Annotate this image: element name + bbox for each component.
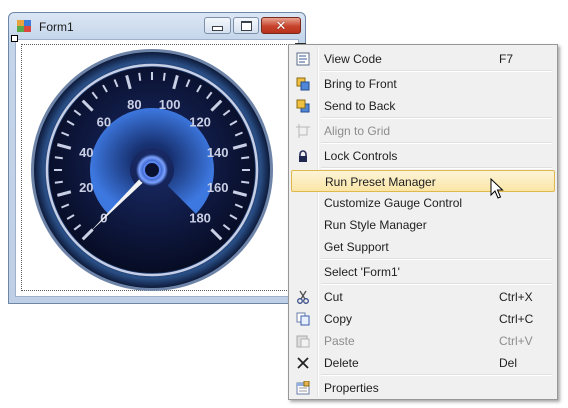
menu-item-customize-gauge-control[interactable]: Customize Gauge Control bbox=[291, 192, 555, 214]
gauge-minor-tick bbox=[138, 72, 142, 81]
menu-item-label: Properties bbox=[324, 381, 379, 395]
menu-separator bbox=[321, 70, 552, 72]
menu-separator bbox=[321, 258, 552, 260]
menu-item-shortcut: Ctrl+V bbox=[499, 334, 533, 348]
gauge-minor-tick bbox=[241, 180, 250, 184]
menu-separator bbox=[321, 142, 552, 144]
menu-item-label: Cut bbox=[324, 290, 343, 304]
menu-item-properties[interactable]: Properties bbox=[291, 377, 555, 399]
menu-item-bring-to-front[interactable]: Bring to Front bbox=[291, 73, 555, 95]
menu-item-label: Paste bbox=[324, 334, 355, 348]
send-to-back-icon bbox=[295, 98, 311, 114]
menu-item-label: Copy bbox=[324, 312, 353, 326]
copy-icon bbox=[295, 311, 311, 327]
gauge-control[interactable]: 020406080100120140160180 bbox=[30, 44, 274, 296]
menu-item-delete[interactable]: Delete Del bbox=[291, 352, 555, 374]
gauge-scale-label: 120 bbox=[189, 114, 211, 129]
paste-icon bbox=[295, 333, 311, 349]
menu-item-label: Lock Controls bbox=[324, 149, 398, 163]
menu-item-label: Customize Gauge Control bbox=[324, 196, 463, 210]
form-icon bbox=[17, 20, 31, 32]
menu-item-send-to-back[interactable]: Send to Back bbox=[291, 95, 555, 117]
menu-item-get-support[interactable]: Get Support bbox=[291, 236, 555, 258]
gauge-minor-tick bbox=[162, 72, 166, 81]
menu-item-shortcut: Ctrl+X bbox=[499, 290, 533, 304]
align-to-grid-icon bbox=[295, 123, 311, 139]
close-button[interactable]: ✕ bbox=[261, 17, 301, 34]
menu-item-shortcut: Ctrl+C bbox=[499, 312, 534, 326]
gauge-scale-label: 160 bbox=[207, 180, 229, 195]
delete-icon bbox=[295, 355, 311, 371]
gauge-scale-label: 40 bbox=[79, 145, 93, 160]
menu-item-label: Run Preset Manager bbox=[325, 175, 436, 189]
gauge-minor-tick bbox=[241, 156, 250, 160]
context-menu[interactable]: View Code F7 Bring to Front Send to Back… bbox=[288, 44, 558, 400]
maximize-icon bbox=[240, 20, 252, 31]
menu-item-label: View Code bbox=[324, 52, 382, 66]
menu-item-view-code[interactable]: View Code F7 bbox=[291, 48, 555, 70]
mouse-pointer-icon bbox=[490, 178, 504, 199]
menu-item-cut[interactable]: Cut Ctrl+X bbox=[291, 286, 555, 308]
properties-icon bbox=[295, 380, 311, 396]
menu-item-shortcut: Del bbox=[499, 356, 518, 370]
menu-item-select-form1[interactable]: Select 'Form1' bbox=[291, 261, 555, 283]
menu-item-label: Bring to Front bbox=[324, 77, 397, 91]
gauge-scale-label: 20 bbox=[79, 180, 93, 195]
menu-separator bbox=[321, 117, 552, 119]
minimize-icon bbox=[212, 25, 223, 31]
cut-icon bbox=[295, 289, 311, 305]
menu-separator bbox=[321, 283, 552, 285]
form-title: Form1 bbox=[39, 20, 74, 34]
menu-item-label: Align to Grid bbox=[324, 124, 391, 138]
gauge-scale-label: 180 bbox=[189, 211, 211, 226]
gauge-scale-label: 60 bbox=[97, 114, 111, 129]
form-title-bar[interactable]: Form1 ✕ bbox=[9, 13, 305, 39]
menu-item-align-to-grid[interactable]: Align to Grid bbox=[291, 120, 555, 142]
gauge-minor-tick bbox=[54, 180, 63, 184]
menu-separator bbox=[321, 374, 552, 376]
menu-item-label: Send to Back bbox=[324, 99, 396, 113]
menu-item-paste[interactable]: Paste Ctrl+V bbox=[291, 330, 555, 352]
gauge-minor-tick bbox=[54, 156, 63, 160]
gauge-scale-label: 140 bbox=[207, 145, 229, 160]
maximize-button[interactable] bbox=[233, 17, 259, 34]
menu-item-copy[interactable]: Copy Ctrl+C bbox=[291, 308, 555, 330]
menu-item-label: Delete bbox=[324, 356, 359, 370]
bring-to-front-icon bbox=[295, 76, 311, 92]
gauge-scale-label: 80 bbox=[127, 97, 141, 112]
menu-item-run-preset-manager[interactable]: Run Preset Manager bbox=[291, 170, 555, 192]
menu-item-label: Run Style Manager bbox=[324, 218, 427, 232]
menu-item-label: Get Support bbox=[324, 240, 389, 254]
close-icon: ✕ bbox=[275, 18, 287, 33]
minimize-button[interactable] bbox=[204, 17, 231, 34]
selection-handle[interactable] bbox=[11, 35, 18, 42]
menu-separator bbox=[321, 167, 552, 169]
gauge-hub-center bbox=[143, 161, 161, 179]
menu-item-shortcut: F7 bbox=[499, 52, 514, 66]
gauge-scale-label: 100 bbox=[159, 97, 181, 112]
lock-icon bbox=[295, 148, 311, 164]
menu-item-run-style-manager[interactable]: Run Style Manager bbox=[291, 214, 555, 236]
menu-item-label: Select 'Form1' bbox=[324, 265, 400, 279]
view-code-icon bbox=[295, 51, 311, 67]
menu-item-lock-controls[interactable]: Lock Controls bbox=[291, 145, 555, 167]
